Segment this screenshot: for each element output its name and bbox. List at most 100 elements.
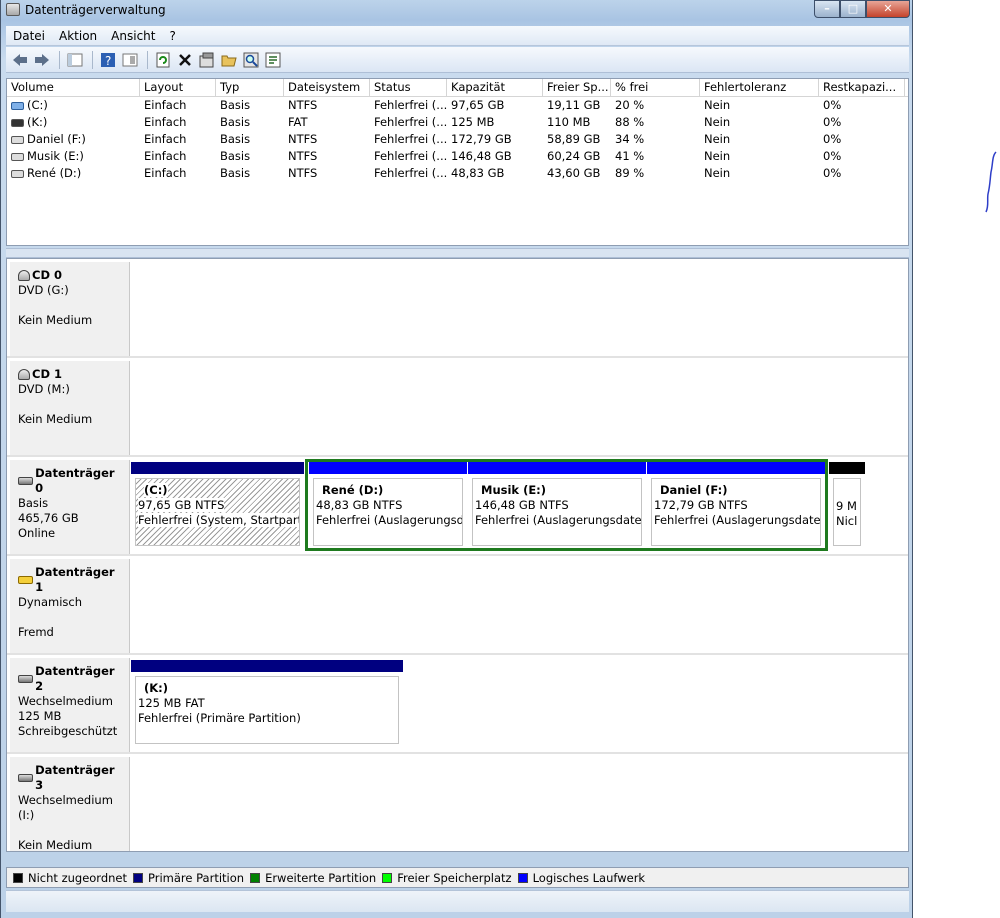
menu-datei[interactable]: Datei — [6, 29, 52, 43]
help-icon[interactable]: ? — [98, 50, 118, 70]
volume-icon — [11, 118, 24, 127]
minimize-button[interactable]: – — [814, 0, 840, 18]
column-volume[interactable]: Volume — [7, 79, 140, 96]
table-cell: 97,65 GB — [451, 98, 505, 112]
disk-status: Online — [18, 526, 56, 540]
partition-size: 9 M — [836, 499, 857, 513]
toolbar-separator — [147, 50, 148, 69]
legend-label: Logisches Laufwerk — [532, 870, 646, 885]
volume-list-header: Volume Layout Typ Dateisystem Status Kap… — [7, 79, 908, 97]
column-status[interactable]: Status — [370, 79, 447, 96]
table-cell: 34 % — [615, 132, 645, 146]
table-row[interactable]: René (D:) Einfach Basis NTFS Fehlerfrei … — [7, 165, 908, 182]
legend-label: Primäre Partition — [148, 870, 245, 885]
table-row[interactable]: (K:) Einfach Basis FAT Fehlerfrei (... 1… — [7, 114, 908, 131]
legend-label: Erweiterte Partition — [265, 870, 377, 885]
legend-extended: Erweiterte Partition — [250, 871, 376, 885]
column-freier-speicher[interactable]: Freier Sp... — [543, 79, 611, 96]
partition-unallocated[interactable]: 9 M Nicl — [829, 462, 865, 548]
back-icon[interactable] — [10, 50, 30, 70]
table-cell: 146,48 GB — [451, 149, 512, 163]
column-kapazitaet[interactable]: Kapazität — [447, 79, 543, 96]
pane-splitter[interactable] — [6, 248, 909, 258]
disk-row-2: Datenträger 2 Wechselmedium 125 MB Schre… — [7, 655, 908, 754]
forward-icon[interactable] — [32, 50, 52, 70]
column-layout[interactable]: Layout — [140, 79, 216, 96]
disk-row-3: Datenträger 3 Wechselmedium (I:) Kein Me… — [7, 754, 908, 851]
console-tree-icon[interactable] — [65, 50, 85, 70]
disk-label-1[interactable]: Datenträger 1 Dynamisch Fremd — [10, 559, 130, 653]
app-icon — [6, 3, 20, 16]
cd-drive-icon — [18, 369, 30, 380]
desktop-background — [914, 0, 1000, 918]
settings-icon[interactable] — [197, 50, 217, 70]
menu-aktion[interactable]: Aktion — [52, 29, 104, 43]
disk-type: Wechselmedium — [18, 694, 113, 708]
legend: Nicht zugeordnet Primäre Partition Erwei… — [6, 867, 909, 888]
disk-label-cd1[interactable]: CD 1 DVD (M:) Kein Medium — [10, 361, 130, 455]
disk-label-0[interactable]: Datenträger 0 Basis 465,76 GB Online — [10, 460, 130, 554]
svg-text:?: ? — [105, 54, 111, 68]
disk-status: Kein Medium — [18, 313, 93, 327]
table-cell: 125 MB — [451, 115, 495, 129]
disk-view: CD 0 DVD (G:) Kein Medium CD 1 DVD (M:) … — [6, 258, 909, 852]
legend-primary: Primäre Partition — [133, 871, 244, 885]
table-cell: Basis — [220, 166, 251, 180]
legend-swatch — [133, 872, 144, 883]
disk-size: 465,76 GB — [18, 511, 79, 525]
removable-disk-icon — [18, 774, 34, 782]
toolbar: ? — [6, 47, 909, 73]
column-typ[interactable]: Typ — [216, 79, 284, 96]
disk-name: Datenträger 0 — [35, 466, 115, 495]
table-cell: 110 MB — [547, 115, 591, 129]
export-icon[interactable] — [263, 50, 283, 70]
disk-row-cd0: CD 0 DVD (G:) Kein Medium — [7, 259, 908, 358]
disk-label-2[interactable]: Datenträger 2 Wechselmedium 125 MB Schre… — [10, 658, 130, 752]
menu-help[interactable]: ? — [162, 29, 182, 43]
table-cell: Basis — [220, 115, 251, 129]
close-button[interactable]: ✕ — [866, 0, 910, 18]
partition-c[interactable]: (C:) 97,65 GB NTFS Fehlerfrei (System, S… — [131, 462, 304, 548]
table-cell: NTFS — [288, 98, 318, 112]
menu-ansicht[interactable]: Ansicht — [104, 29, 162, 43]
properties-icon[interactable] — [120, 50, 140, 70]
app-window: Datenträgerverwaltung – □ ✕ Datei Aktion… — [0, 0, 913, 918]
table-cell: 0% — [823, 166, 842, 180]
table-cell: Fehlerfrei (... — [374, 149, 447, 163]
table-row[interactable]: Musik (E:) Einfach Basis NTFS Fehlerfrei… — [7, 148, 908, 165]
column-dateisystem[interactable]: Dateisystem — [284, 79, 370, 96]
disk-type: DVD (M:) — [18, 382, 70, 396]
table-row[interactable]: (C:) Einfach Basis NTFS Fehlerfrei (... … — [7, 97, 908, 114]
status-bar — [6, 890, 909, 912]
table-cell: 58,89 GB — [547, 132, 601, 146]
warning-disk-icon — [18, 576, 34, 584]
open-icon[interactable] — [219, 50, 239, 70]
partition-k[interactable]: (K:) 125 MB FAT Fehlerfrei (Primäre Part… — [131, 660, 403, 746]
volume-name: René (D:) — [27, 166, 82, 180]
table-cell: 0% — [823, 115, 842, 129]
table-cell: 0% — [823, 132, 842, 146]
disk-name: Datenträger 1 — [35, 565, 115, 594]
volume-icon — [11, 101, 24, 110]
table-cell: 19,11 GB — [547, 98, 601, 112]
find-icon[interactable] — [241, 50, 261, 70]
disk-label-3[interactable]: Datenträger 3 Wechselmedium (I:) Kein Me… — [10, 757, 130, 851]
toolbar-separator — [92, 50, 93, 69]
table-cell: Nein — [704, 115, 731, 129]
column-fehlertoleranz[interactable]: Fehlertoleranz — [700, 79, 819, 96]
table-cell: 43,60 GB — [547, 166, 601, 180]
delete-icon[interactable] — [175, 50, 195, 70]
disk-status: Kein Medium — [18, 838, 93, 852]
refresh-icon[interactable] — [153, 50, 173, 70]
removable-disk-icon — [18, 675, 34, 683]
table-cell: Basis — [220, 149, 251, 163]
table-cell: NTFS — [288, 166, 318, 180]
table-row[interactable]: Daniel (F:) Einfach Basis NTFS Fehlerfre… — [7, 131, 908, 148]
table-cell: Nein — [704, 166, 731, 180]
column-prozent-frei[interactable]: % frei — [611, 79, 700, 96]
disk-label-cd0[interactable]: CD 0 DVD (G:) Kein Medium — [10, 262, 130, 356]
table-cell: Fehlerfrei (... — [374, 132, 447, 146]
column-restkapazitaet[interactable]: Restkapazi... — [819, 79, 905, 96]
disk-row-cd1: CD 1 DVD (M:) Kein Medium — [7, 358, 908, 457]
maximize-button[interactable]: □ — [840, 0, 866, 18]
